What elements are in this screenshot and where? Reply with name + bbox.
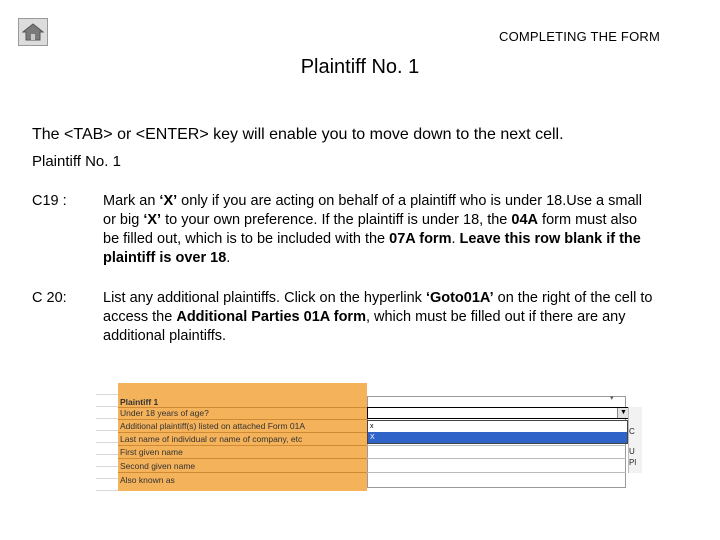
emphasis-text: Additional Parties 01A form [176,309,366,325]
home-icon [22,23,44,41]
row-gutter [96,383,118,491]
dropdown-option-selected[interactable]: X [368,432,627,443]
sub-heading: Plaintiff No. 1 [32,153,121,170]
body-text: to your own preference. If the plaintiff… [161,212,512,228]
spreadsheet-excerpt: Plaintiff 1 Under 18 years of age? Addit… [96,383,642,491]
body-text: . [451,231,460,247]
body-text: List any additional plaintiffs. Click on… [103,290,426,306]
row-divider [118,458,367,459]
dropdown-list[interactable]: x X [367,420,628,444]
sheet-row-label: Under 18 years of age? [120,408,209,418]
body-text: Mark an [103,193,160,209]
emphasis-text: ‘X’ [143,212,162,228]
slide-title: Plaintiff No. 1 [300,56,420,78]
home-button[interactable] [18,18,48,46]
under-18-dropdown[interactable] [367,407,628,419]
sheet-row-label: First given name [120,447,183,457]
emphasis-text: ‘Goto01A’ [425,290,494,306]
sheet-row-label: Last name of individual or name of compa… [120,434,303,444]
adjacent-cell-text: C [629,427,635,436]
sheet-row-label: Also known as [120,475,175,485]
adjacent-cell-text[interactable]: U [629,447,635,457]
cell-divider [367,458,626,459]
row-divider [118,472,367,473]
instruction-text: List any additional plaintiffs. Click on… [103,289,653,346]
dropdown-option[interactable]: x [368,421,627,432]
emphasis-text: 04A [511,212,539,228]
emphasis-text: ‘X’ [159,193,178,209]
sheet-row-label: Second given name [120,461,196,471]
column-marker-icon: ▾ [610,395,614,402]
adjacent-cell-text: Pl [629,458,637,467]
emphasis-text: 07A form [389,231,452,247]
instruction-text: Mark an ‘X’ only if you are acting on be… [103,192,653,268]
cell-divider [367,445,626,446]
body-text: . [226,250,231,266]
sheet-row-label: Additional plaintiff(s) listed on attach… [120,421,306,431]
intro-text: The <TAB> or <ENTER> key will enable you… [32,126,564,143]
cell-code: C19 : [32,193,67,209]
cell-code: C 20: [32,290,67,306]
cell-divider [367,472,626,473]
section-title: COMPLETING THE FORM [498,29,660,44]
